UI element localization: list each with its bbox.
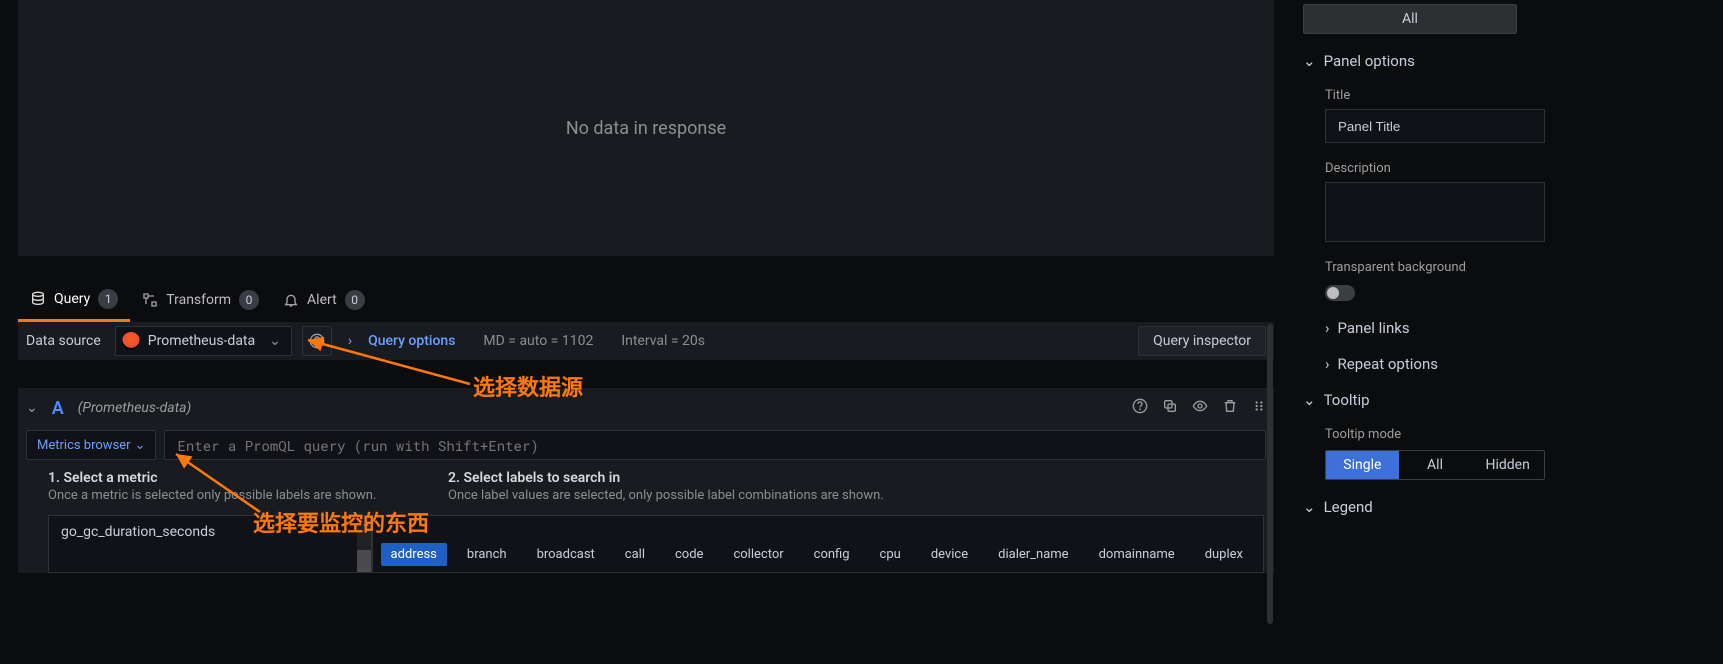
label-chip-broadcast[interactable]: broadcast — [527, 543, 605, 566]
metrics-browser-toggle[interactable]: Metrics browser ⌄ — [26, 430, 156, 460]
helper-select-metric-title: 1. Select a metric — [48, 470, 418, 486]
query-options-toggle[interactable]: Query options — [368, 333, 455, 349]
tab-alert[interactable]: Alert 0 — [271, 278, 377, 322]
metric-item[interactable]: go_gc_duration_seconds — [49, 516, 371, 548]
query-toggle-visibility-button[interactable] — [1192, 398, 1208, 418]
query-duplicate-button[interactable] — [1162, 398, 1178, 418]
tab-transform-count: 0 — [239, 290, 259, 310]
chevron-down-icon: ⌄ — [1303, 391, 1316, 409]
sidebar-all-button[interactable]: All — [1303, 4, 1517, 34]
tab-query[interactable]: Query 1 — [18, 278, 130, 322]
query-letter[interactable]: A — [52, 398, 64, 419]
tooltip-mode-hidden[interactable]: Hidden — [1471, 451, 1544, 479]
query-meta-md: MD = auto = 1102 — [483, 333, 593, 349]
chevron-down-icon: ⌄ — [135, 438, 146, 453]
chevron-down-icon: ⌄ — [269, 333, 281, 349]
datasource-help-button[interactable] — [302, 326, 332, 356]
chevron-right-icon: › — [1325, 355, 1330, 373]
viz-empty-text: No data in response — [566, 118, 726, 139]
label-chip-duplex[interactable]: duplex — [1195, 543, 1253, 566]
title-label: Title — [1325, 88, 1715, 103]
promql-input[interactable] — [164, 430, 1266, 460]
query-meta-interval: Interval = 20s — [621, 333, 705, 349]
label-chip-branch[interactable]: branch — [457, 543, 517, 566]
label-chip-config[interactable]: config — [804, 543, 860, 566]
tab-alert-count: 0 — [345, 290, 365, 310]
drag-handle-icon — [1252, 398, 1266, 414]
tooltip-mode-all[interactable]: All — [1399, 451, 1472, 479]
help-icon — [309, 333, 325, 349]
prometheus-icon — [122, 332, 140, 350]
label-chip-device[interactable]: device — [921, 543, 978, 566]
tooltip-mode-single[interactable]: Single — [1326, 451, 1399, 479]
transparent-label: Transparent background — [1325, 260, 1715, 275]
metric-list[interactable]: go_gc_duration_seconds ▴ — [48, 515, 372, 573]
eye-icon — [1192, 398, 1208, 414]
visualization-panel: No data in response — [18, 0, 1274, 256]
tab-alert-label: Alert — [307, 292, 337, 308]
panel-description-input[interactable] — [1325, 182, 1545, 242]
panel-links-section[interactable]: › Panel links — [1325, 319, 1715, 337]
helper-select-labels-text: Once label values are selected, only pos… — [448, 488, 1244, 503]
label-chip-domainname[interactable]: domainname — [1089, 543, 1185, 566]
transform-icon — [142, 292, 158, 308]
transparent-toggle[interactable] — [1325, 285, 1355, 301]
tab-transform[interactable]: Transform 0 — [130, 278, 271, 322]
label-chip-cpu[interactable]: cpu — [870, 543, 911, 566]
datasource-selected: Prometheus-data — [148, 333, 255, 349]
label-chip-call[interactable]: call — [615, 543, 655, 566]
help-icon — [1132, 398, 1148, 414]
query-drag-handle[interactable] — [1252, 398, 1266, 418]
tab-query-label: Query — [54, 291, 90, 307]
description-label: Description — [1325, 161, 1715, 176]
scroll-up-icon: ▴ — [364, 518, 369, 529]
panel-title-input[interactable] — [1325, 109, 1545, 143]
query-delete-button[interactable] — [1222, 398, 1238, 418]
query-help-button[interactable] — [1132, 398, 1148, 418]
datasource-select[interactable]: Prometheus-data ⌄ — [115, 326, 292, 356]
tooltip-mode-segment[interactable]: SingleAllHidden — [1325, 450, 1545, 480]
tooltip-section[interactable]: ⌄ Tooltip — [1303, 391, 1715, 409]
datasource-label: Data source — [26, 333, 105, 349]
tab-query-count: 1 — [98, 289, 118, 309]
label-chip-dialer_name[interactable]: dialer_name — [988, 543, 1078, 566]
helper-select-labels-title: 2. Select labels to search in — [448, 470, 1244, 486]
repeat-options-section[interactable]: › Repeat options — [1325, 355, 1715, 373]
legend-section[interactable]: ⌄ Legend — [1303, 498, 1715, 516]
chevron-right-icon: › — [1325, 319, 1330, 337]
tab-transform-label: Transform — [166, 292, 231, 308]
label-chip-address[interactable]: address — [381, 543, 447, 566]
query-collapse-toggle[interactable]: ⌄ — [26, 400, 38, 416]
copy-icon — [1162, 398, 1178, 414]
chevron-right-icon: › — [342, 333, 358, 349]
bell-icon — [283, 292, 299, 308]
label-chip-code[interactable]: code — [665, 543, 713, 566]
database-icon — [30, 291, 46, 307]
chevron-down-icon: ⌄ — [1303, 498, 1316, 516]
tooltip-mode-label: Tooltip mode — [1325, 427, 1715, 442]
query-inspector-button[interactable]: Query inspector — [1138, 326, 1266, 356]
trash-icon — [1222, 398, 1238, 414]
panel-scrollbar[interactable] — [1267, 324, 1273, 624]
label-chip-collector[interactable]: collector — [723, 543, 793, 566]
chevron-down-icon: ⌄ — [1303, 52, 1316, 70]
helper-select-metric-text: Once a metric is selected only possible … — [48, 488, 418, 503]
panel-options-section[interactable]: ⌄ Panel options — [1303, 52, 1715, 70]
query-datasource-display: (Prometheus-data) — [78, 400, 192, 416]
labels-list: address branch broadcast call code collector c… — [372, 515, 1264, 573]
scrollbar-thumb[interactable] — [357, 550, 371, 572]
